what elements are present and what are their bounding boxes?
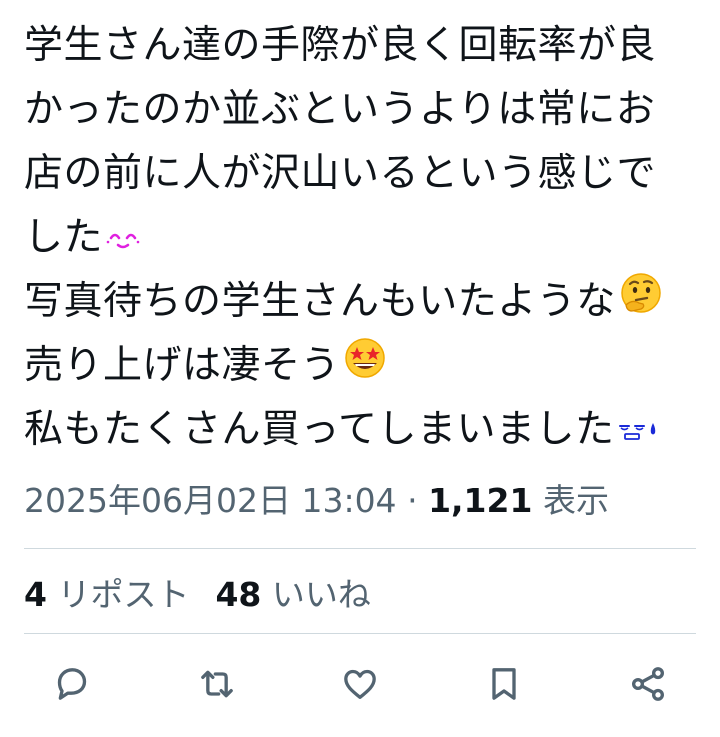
action-bar xyxy=(0,654,720,714)
tweet-line-7: 私もたくさん買ってしまいました xyxy=(24,407,615,452)
tweet-line-2: かったのか並ぶというよりは常にお xyxy=(24,87,656,132)
likes-count: 48 xyxy=(215,575,262,614)
reposts-count: 4 xyxy=(24,575,47,614)
tweet-line-1: 学生さん達の手際が良く回転率が良 xyxy=(24,23,657,68)
like-icon xyxy=(344,669,376,699)
like-button[interactable] xyxy=(338,662,382,706)
tweet-text: 学生さん達の手際が良く回転率が良 かったのか並ぶというよりは常にお 店の前に人が… xyxy=(24,14,704,462)
star-struck-icon xyxy=(342,335,388,401)
tweet-line-3: 店の前に人が沢山いるという感じで xyxy=(24,151,657,196)
tweet-stats: 4 リポスト 48 いいね xyxy=(24,570,371,620)
divider xyxy=(24,548,696,549)
tweet-line-4: した xyxy=(24,215,104,260)
tweet-line-5-wrap: 写真待ちの学生さんもいたような xyxy=(24,270,704,334)
reposts-stat[interactable]: 4 リポスト xyxy=(24,575,189,614)
reply-button[interactable] xyxy=(50,662,94,706)
divider xyxy=(24,633,696,634)
retweet-button[interactable] xyxy=(195,662,239,706)
likes-stat[interactable]: 48 いいね xyxy=(215,575,370,614)
share-button[interactable] xyxy=(626,662,670,706)
bookmark-button[interactable] xyxy=(482,662,526,706)
retweet-icon xyxy=(201,670,233,698)
meta-separator: · xyxy=(407,481,418,520)
tweet-timestamp[interactable]: 2025年06月02日 13:04 xyxy=(24,481,397,520)
views-label: 表示 xyxy=(542,481,609,520)
views-count: 1,121 xyxy=(428,481,533,520)
reposts-label: リポスト xyxy=(57,575,190,614)
bookmark-icon xyxy=(492,668,516,700)
likes-label: いいね xyxy=(271,575,371,614)
tweet-line-6-wrap: 売り上げは凄そう xyxy=(24,334,704,398)
smiling-eyes-kaomoji-icon xyxy=(105,208,143,272)
tweet-line-5: 写真待ちの学生さんもいたような xyxy=(24,279,616,324)
reply-icon xyxy=(57,668,87,700)
tweet-line-4-wrap: した xyxy=(24,206,704,270)
thinking-face-icon xyxy=(618,271,664,337)
share-icon xyxy=(632,667,664,701)
sweat-kaomoji-icon xyxy=(617,400,659,464)
tweet-line-7-wrap: 私もたくさん買ってしまいました xyxy=(24,398,704,462)
tweet-line-6: 売り上げは凄そう xyxy=(24,343,341,388)
tweet-meta: 2025年06月02日 13:04 · 1,121 表示 xyxy=(24,476,609,526)
